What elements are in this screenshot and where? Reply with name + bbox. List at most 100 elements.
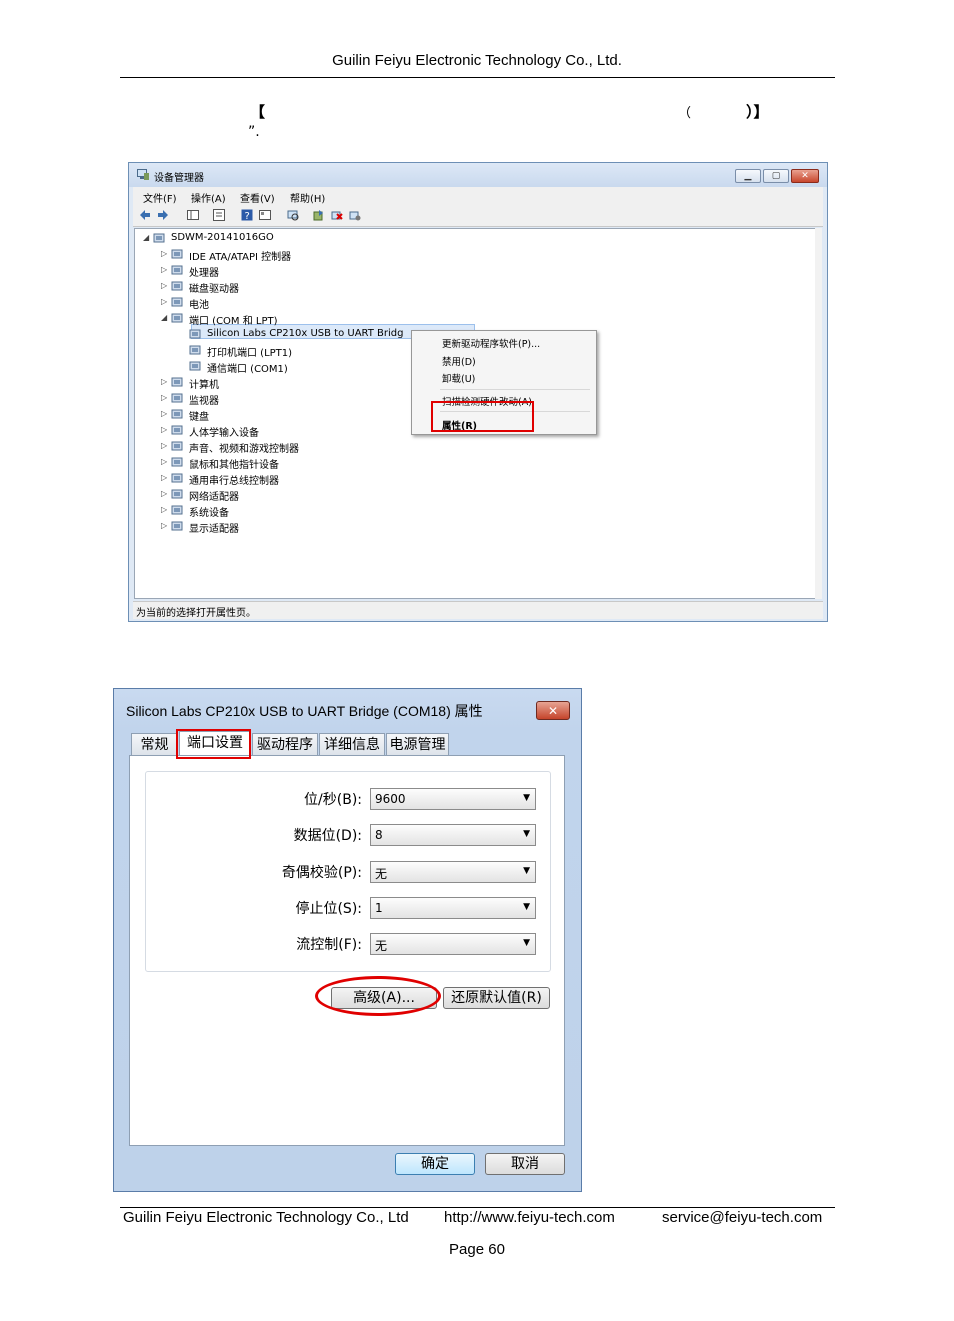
vertical-scrollbar[interactable]	[815, 228, 822, 599]
expand-arrow-icon[interactable]: ▷	[161, 297, 169, 306]
expand-arrow-icon[interactable]: ▷	[161, 489, 169, 498]
expand-arrow-icon[interactable]: ▷	[161, 473, 169, 482]
forward-arrow-icon[interactable]	[157, 209, 169, 221]
cancel-button[interactable]: 取消	[485, 1153, 565, 1175]
tab-general[interactable]: 常规	[131, 733, 178, 755]
expand-arrow-icon[interactable]: ▷	[161, 441, 169, 450]
sound-icon	[171, 441, 183, 451]
toolbar: ?	[133, 205, 823, 227]
parity-value: 无	[375, 867, 388, 881]
tree-item-label: 键盘	[189, 412, 209, 423]
dialog-close-button[interactable]: ✕	[536, 701, 570, 720]
baud-rate-select[interactable]: 9600 ▼	[370, 788, 536, 810]
expand-arrow-icon[interactable]: ▷	[161, 505, 169, 514]
tree-item-label: 通信端口 (COM1)	[207, 364, 288, 375]
tree-item-label: Silicon Labs CP210x USB to UART Bridg	[207, 328, 404, 339]
page-number: Page 60	[449, 1241, 505, 1258]
tree-item-label: 系统设备	[189, 508, 229, 519]
hid-icon	[171, 425, 183, 435]
tree-item-label: 显示适配器	[189, 524, 239, 535]
ok-button[interactable]: 确定	[395, 1153, 475, 1175]
stop-bits-select[interactable]: 1 ▼	[370, 897, 536, 919]
expand-arrow-icon[interactable]: ▷	[161, 249, 169, 258]
mouse-icon	[171, 457, 183, 467]
footer-email[interactable]: service@feiyu-tech.com	[662, 1209, 822, 1226]
tab-details[interactable]: 详细信息	[319, 733, 385, 755]
tree-item-label: 网络适配器	[189, 492, 239, 503]
uninstall-icon[interactable]	[331, 209, 343, 221]
footer-company: Guilin Feiyu Electronic Technology Co., …	[123, 1209, 409, 1226]
menu-view[interactable]: 查看(V)	[240, 190, 275, 205]
system-icon	[171, 505, 183, 515]
expand-arrow-icon[interactable]: ▷	[161, 393, 169, 402]
paren-open: （	[678, 106, 692, 121]
update-driver-icon[interactable]	[313, 209, 325, 221]
flow-control-value: 无	[375, 939, 388, 953]
dialog-title: Silicon Labs CP210x USB to UART Bridge (…	[126, 703, 483, 719]
tree-item-label: 电池	[189, 300, 209, 311]
expand-arrow-icon[interactable]: ▷	[161, 281, 169, 290]
menubar: 文件(F) 操作(A) 查看(V) 帮助(H)	[133, 187, 823, 205]
expand-arrow-icon[interactable]: ◢	[161, 313, 169, 322]
stop-bits-value: 1	[375, 901, 383, 915]
monitor-icon	[171, 393, 183, 403]
tab-driver[interactable]: 驱动程序	[252, 733, 318, 755]
expand-arrow-icon[interactable]: ◢	[143, 233, 151, 242]
flow-control-select[interactable]: 无 ▼	[370, 933, 536, 955]
show-hide-tree-icon[interactable]	[187, 209, 199, 221]
footer-url[interactable]: http://www.feiyu-tech.com	[444, 1209, 615, 1226]
chevron-down-icon: ▼	[523, 902, 530, 912]
display-icon	[171, 521, 183, 531]
ctx-uninstall[interactable]: 卸载(U)	[442, 371, 475, 385]
properties-icon[interactable]	[213, 209, 225, 221]
ctx-update-driver[interactable]: 更新驱动程序软件(P)...	[442, 336, 540, 350]
minimize-button[interactable]: ▁	[735, 169, 761, 183]
parity-select[interactable]: 无 ▼	[370, 861, 536, 883]
back-arrow-icon[interactable]	[139, 209, 151, 221]
data-bits-label: 数据位(D):	[293, 828, 362, 844]
menu-file[interactable]: 文件(F)	[143, 190, 177, 205]
expand-arrow-icon[interactable]: ▷	[161, 409, 169, 418]
tree-item-label: 打印机端口 (LPT1)	[207, 348, 293, 359]
ctx-disable[interactable]: 禁用(D)	[442, 354, 476, 368]
ide-controller-icon	[171, 249, 183, 259]
menu-action[interactable]: 操作(A)	[191, 190, 226, 205]
tree-item-label: 计算机	[189, 380, 219, 391]
expand-arrow-icon[interactable]: ▷	[161, 265, 169, 274]
processor-icon	[171, 265, 183, 275]
chevron-down-icon: ▼	[523, 793, 530, 803]
expand-arrow-icon[interactable]: ▷	[161, 521, 169, 530]
expand-arrow-icon[interactable]: ▷	[161, 377, 169, 386]
tab-power-management[interactable]: 电源管理	[386, 733, 449, 755]
status-bar: 为当前的选择打开属性页。	[133, 601, 823, 619]
help-icon[interactable]: ?	[241, 209, 253, 221]
scan-hardware-icon[interactable]	[287, 209, 299, 221]
usb-icon	[171, 473, 183, 483]
tree-item-label: 磁盘驱动器	[189, 284, 239, 295]
svg-text:?: ?	[245, 211, 250, 221]
view-icon[interactable]	[259, 209, 271, 221]
advanced-highlight-ellipse	[315, 976, 441, 1016]
baud-rate-value: 9600	[375, 792, 406, 806]
restore-defaults-button[interactable]: 还原默认值(R)	[443, 987, 550, 1009]
port-icon	[189, 345, 201, 355]
ctx-separator	[440, 389, 590, 390]
close-button[interactable]: ✕	[791, 169, 819, 183]
expand-arrow-icon[interactable]: ▷	[161, 425, 169, 434]
network-icon	[171, 489, 183, 499]
device-manager-title: 设备管理器	[154, 173, 204, 184]
disable-icon[interactable]	[349, 209, 361, 221]
disk-drive-icon	[171, 281, 183, 291]
device-manager-titlebar: 设备管理器 ▁ ▢ ✕	[129, 163, 827, 187]
expand-arrow-icon[interactable]: ▷	[161, 457, 169, 466]
data-bits-select[interactable]: 8 ▼	[370, 824, 536, 846]
tree-item-label: IDE ATA/ATAPI 控制器	[189, 252, 292, 263]
tree-item-label: 监视器	[189, 396, 219, 407]
menu-help[interactable]: 帮助(H)	[290, 190, 325, 205]
battery-icon	[171, 297, 183, 307]
footer-rule	[120, 1207, 835, 1208]
baud-rate-label: 位/秒(B):	[304, 792, 362, 808]
chevron-down-icon: ▼	[523, 866, 530, 876]
header-rule	[120, 77, 835, 78]
maximize-button[interactable]: ▢	[763, 169, 789, 183]
